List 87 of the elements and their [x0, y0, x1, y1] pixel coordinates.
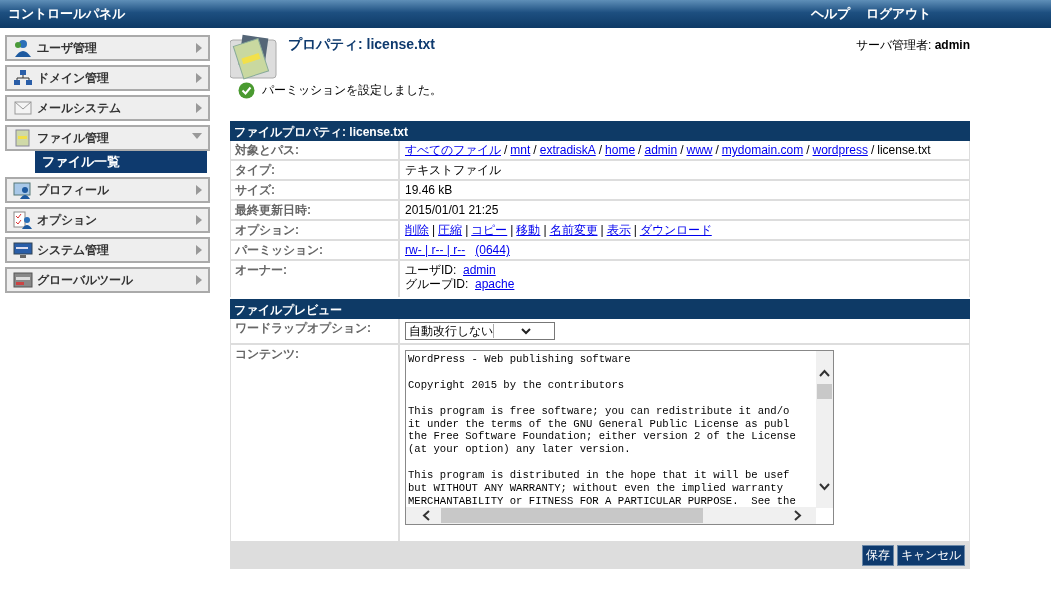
property-label: サイズ: — [231, 181, 400, 199]
permission-link[interactable]: rw- | r-- | r-- — [405, 243, 466, 257]
scroll-thumb[interactable] — [441, 508, 703, 523]
path-separator: / — [870, 143, 875, 157]
sidebar-item[interactable]: ユーザ管理 — [5, 35, 210, 61]
scroll-down-icon[interactable] — [819, 483, 830, 491]
path-separator: / — [504, 143, 508, 157]
check-icon — [238, 82, 255, 99]
sidebar-item[interactable]: ドメイン管理 — [5, 65, 210, 91]
path-link[interactable]: home — [605, 143, 636, 157]
link-separator: | — [510, 223, 514, 237]
sidebar-item[interactable]: メールシステム — [5, 95, 210, 121]
scroll-right-icon[interactable] — [794, 510, 802, 521]
property-label: パーミッション: — [231, 241, 400, 259]
option-link[interactable]: 削除 — [405, 223, 429, 237]
path-link[interactable]: extradiskA — [539, 143, 596, 157]
caret-icon — [520, 327, 531, 335]
path-link[interactable]: すべてのファイル — [405, 143, 501, 157]
property-value: テキストファイル — [404, 162, 502, 179]
option-link[interactable]: 名前変更 — [549, 223, 598, 237]
checklist-icon — [13, 211, 33, 229]
property-label: 最終更新日時: — [231, 201, 400, 219]
link-separator: | — [465, 223, 469, 237]
admin-label: サーバ管理者: admin — [855, 37, 970, 54]
path-separator: / — [638, 143, 642, 157]
path-link[interactable]: admin — [644, 143, 678, 157]
sidebar-item[interactable]: プロフィール — [5, 177, 210, 203]
owner-label: ユーザID: — [405, 263, 457, 277]
property-value: 2015/01/01 21:25 — [404, 202, 500, 219]
property-label: オーナー: — [231, 261, 400, 297]
page-title: プロパティ: license.txt — [288, 36, 437, 54]
file-properties-icon — [230, 34, 278, 80]
link-separator: | — [600, 223, 604, 237]
path-link[interactable]: www — [686, 143, 713, 157]
owner-link[interactable]: admin — [463, 263, 496, 277]
monitor-user-icon — [13, 181, 33, 199]
scroll-up-icon[interactable] — [819, 369, 830, 377]
word-wrap-dropdown[interactable]: 自動改行しない — [405, 322, 555, 340]
vertical-scrollbar[interactable] — [816, 351, 833, 508]
section-header: ファイルプロパティ: license.txt — [230, 121, 970, 141]
scroll-thumb[interactable] — [817, 384, 832, 399]
option-link[interactable]: 表示 — [606, 223, 631, 237]
user-icon — [13, 39, 33, 57]
sidebar-item[interactable]: システム管理 — [5, 237, 210, 263]
option-link[interactable]: コピー — [471, 223, 508, 237]
option-link[interactable]: 圧縮 — [438, 223, 463, 237]
sidebar-item[interactable]: オプション — [5, 207, 210, 233]
header-link[interactable]: ヘルプ — [811, 5, 850, 23]
success-message: パーミッションを設定しました。 — [262, 82, 442, 99]
content-textarea[interactable]: WordPress - Web publishing software Copyright 2015 by the contributors This program is free software; you can redistribute it and/o it under the terms of the GNU General Public License as publ the Free Software Foundation; either version 2 of the License (at your option) any later version. This program is distributed in the hope that it will be usef but WITHOUT ANY WARRANTY; without even the implied warranty MERCHANTABILITY or FITNESS FOR A PARTICULAR PURPOSE. See the — [405, 350, 834, 525]
property-value: 19.46 kB — [404, 182, 454, 199]
sidebar-item[interactable]: グローバルツール — [5, 267, 210, 293]
envelope-icon — [13, 99, 33, 117]
header-link[interactable]: ログアウト — [866, 5, 931, 23]
current-file: license.txt — [877, 143, 931, 157]
horizontal-scrollbar[interactable] — [406, 507, 816, 524]
path-link[interactable]: mnt — [510, 143, 531, 157]
option-link[interactable]: ダウンロード — [639, 223, 712, 237]
owner-link[interactable]: apache — [475, 277, 515, 291]
sidebar-item[interactable]: ファイル管理 — [5, 125, 210, 151]
sidebar-subitem[interactable]: ファイル一覧 — [35, 151, 207, 173]
form-button[interactable]: 保存 — [862, 544, 894, 566]
path-separator: / — [680, 143, 684, 157]
path-separator: / — [598, 143, 603, 157]
monitor-icon — [13, 241, 33, 259]
permission-octal-link[interactable]: (0644) — [475, 243, 510, 257]
property-label: ワードラップオプション: — [231, 319, 400, 343]
link-separator: | — [543, 223, 547, 237]
section-header: ファイルプレビュー — [230, 299, 970, 319]
link-separator: | — [633, 223, 637, 237]
option-link[interactable]: 移動 — [516, 223, 541, 237]
form-button[interactable]: キャンセル — [897, 544, 965, 566]
app-title: コントロールパネル — [8, 5, 126, 23]
path-separator: / — [533, 143, 537, 157]
path-link[interactable]: wordpress — [812, 143, 868, 157]
path-separator: / — [715, 143, 719, 157]
owner-label: グループID: — [405, 277, 469, 291]
scroll-left-icon[interactable] — [422, 510, 430, 521]
path-separator: / — [806, 143, 810, 157]
document-icon — [13, 129, 33, 147]
link-separator: | — [432, 223, 436, 237]
network-icon — [13, 69, 33, 87]
property-label: タイプ: — [231, 161, 400, 179]
property-label: オプション: — [231, 221, 400, 239]
property-label: 対象とパス: — [231, 141, 400, 159]
toolbox-icon — [13, 271, 33, 289]
path-link[interactable]: mydomain.com — [721, 143, 804, 157]
